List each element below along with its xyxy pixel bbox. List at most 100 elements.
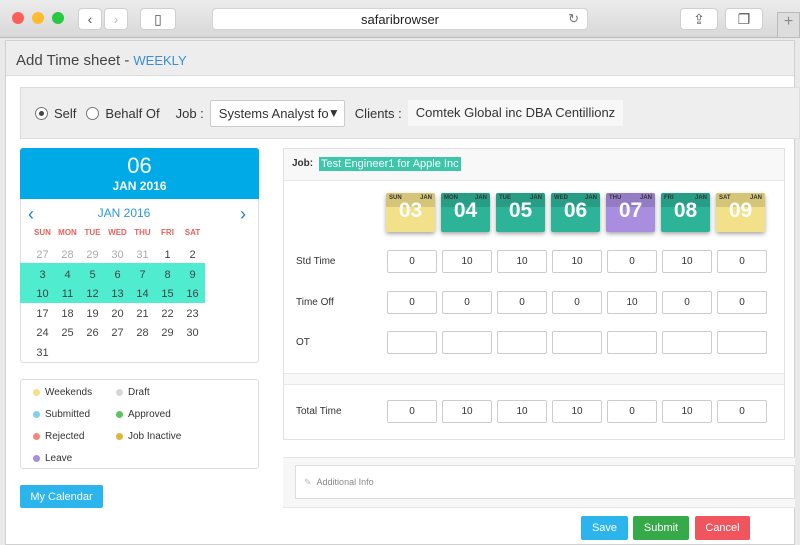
hours-input[interactable]: 10 [552, 250, 602, 273]
weekday-label: FRI [161, 228, 174, 237]
calendar-day[interactable]: 30 [105, 246, 130, 266]
behalf-radio[interactable] [86, 106, 100, 120]
calendar-day[interactable]: 31 [30, 344, 55, 364]
calendar-day[interactable]: 10 [30, 285, 55, 305]
calendar-day[interactable]: 2 [180, 246, 205, 266]
job-select[interactable]: Systems Analyst fo ▼ [209, 99, 345, 127]
calendar-day[interactable]: 21 [130, 305, 155, 325]
minimize-window-button[interactable] [32, 12, 44, 24]
calendar-day[interactable]: 27 [105, 324, 130, 344]
hours-input[interactable] [607, 331, 657, 354]
calendar-day[interactable]: 12 [80, 285, 105, 305]
hours-input[interactable] [387, 331, 437, 354]
hours-input[interactable] [442, 331, 492, 354]
day-tile[interactable]: SAT JAN 09 [716, 193, 765, 232]
legend-dot [116, 433, 123, 440]
hours-input[interactable]: 0 [497, 291, 547, 314]
address-bar[interactable]: safaribrowser ↻ [212, 8, 588, 30]
clients-value: Comtek Global inc DBA Centillionz [407, 100, 624, 126]
back-button[interactable]: ‹ [78, 8, 102, 30]
day-tile[interactable]: FRI JAN 08 [661, 193, 710, 232]
share-icon[interactable]: ⇪ [680, 8, 718, 30]
total-value: 10 [662, 400, 712, 423]
legend-label: Job Inactive [128, 431, 182, 442]
hours-input[interactable] [717, 331, 767, 354]
calendar-day[interactable]: 9 [180, 266, 205, 286]
next-month-icon[interactable]: › [240, 204, 246, 225]
self-radio[interactable] [35, 106, 48, 120]
legend-label: Approved [128, 409, 171, 420]
hours-input[interactable] [497, 331, 547, 354]
day-tile[interactable]: MON JAN 04 [441, 193, 490, 232]
weekday-header: SUN MON TUE WED THU FRI SAT [30, 228, 205, 237]
calendar-day[interactable]: 22 [155, 305, 180, 325]
close-window-button[interactable] [12, 12, 24, 24]
calendar-day[interactable]: 7 [130, 266, 155, 286]
calendar-day[interactable]: 14 [130, 285, 155, 305]
calendar-day[interactable]: 6 [105, 266, 130, 286]
hours-input[interactable]: 0 [717, 291, 767, 314]
calendar-day[interactable]: 23 [180, 305, 205, 325]
calendar-day[interactable]: 26 [80, 324, 105, 344]
hours-input[interactable]: 0 [442, 291, 492, 314]
calendar-day[interactable]: 30 [180, 324, 205, 344]
selected-day: 06 [127, 153, 152, 178]
reload-icon[interactable]: ↻ [568, 11, 579, 27]
hours-input[interactable]: 10 [497, 250, 547, 273]
hours-input[interactable]: 10 [442, 250, 492, 273]
hours-input[interactable]: 10 [662, 250, 712, 273]
hours-input[interactable] [552, 331, 602, 354]
hours-input[interactable]: 0 [607, 250, 657, 273]
weekday-label: WED [108, 228, 127, 237]
calendar-day[interactable]: 11 [55, 285, 80, 305]
weekday-label: SAT [184, 228, 201, 237]
calendar-day[interactable]: 4 [55, 266, 80, 286]
calendar-day[interactable]: 3 [30, 266, 55, 286]
calendar-day[interactable]: 20 [105, 305, 130, 325]
tabs-icon[interactable]: ❐ [725, 8, 763, 30]
calendar-day[interactable]: 13 [105, 285, 130, 305]
calendar-day[interactable]: 27 [30, 246, 55, 266]
calendar-day[interactable]: 1 [155, 246, 180, 266]
hours-input[interactable]: 0 [552, 291, 602, 314]
calendar-day[interactable]: 28 [130, 324, 155, 344]
day-tile[interactable]: WED JAN 06 [551, 193, 600, 232]
day-tile[interactable]: SUN JAN 03 [386, 193, 435, 232]
calendar-day[interactable]: 17 [30, 305, 55, 325]
page-title: Add Time sheet - [16, 52, 130, 69]
calendar-day[interactable]: 19 [80, 305, 105, 325]
total-value: 0 [717, 400, 767, 423]
new-tab-button[interactable]: + [777, 12, 800, 38]
calendar-day[interactable]: 28 [55, 246, 80, 266]
my-calendar-button[interactable]: My Calendar [20, 485, 103, 508]
hours-input[interactable]: 0 [662, 291, 712, 314]
save-button[interactable]: Save [581, 516, 628, 540]
hours-input[interactable]: 0 [387, 291, 437, 314]
hours-input[interactable]: 0 [717, 250, 767, 273]
calendar-day[interactable]: 25 [55, 324, 80, 344]
calendar-day[interactable]: 31 [130, 246, 155, 266]
cancel-button[interactable]: Cancel [695, 516, 750, 540]
submit-button[interactable]: Submit [633, 516, 689, 540]
calendar-day[interactable]: 15 [155, 285, 180, 305]
calendar-day[interactable]: 24 [30, 324, 55, 344]
calendar-day[interactable]: 5 [80, 266, 105, 286]
total-label: Total Time [296, 406, 342, 417]
calendar-day[interactable]: 29 [80, 246, 105, 266]
hours-input[interactable]: 0 [387, 250, 437, 273]
sidebar-toggle-icon[interactable]: ▯ [140, 8, 176, 30]
day-number: 04 [453, 199, 478, 222]
calendar-day[interactable]: 29 [155, 324, 180, 344]
additional-info-input[interactable]: ✎ Additional Info [295, 465, 795, 499]
hours-input[interactable]: 10 [607, 291, 657, 314]
total-value: 0 [387, 400, 437, 423]
calendar-day[interactable]: 16 [180, 285, 205, 305]
day-tile[interactable]: TUE JAN 05 [496, 193, 545, 232]
forward-button[interactable]: › [104, 8, 128, 30]
day-tile[interactable]: THU JAN 07 [606, 193, 655, 232]
calendar-day[interactable]: 18 [55, 305, 80, 325]
day-number: 06 [563, 199, 588, 222]
calendar-day[interactable]: 8 [155, 266, 180, 286]
maximize-window-button[interactable] [52, 12, 64, 24]
hours-input[interactable] [662, 331, 712, 354]
